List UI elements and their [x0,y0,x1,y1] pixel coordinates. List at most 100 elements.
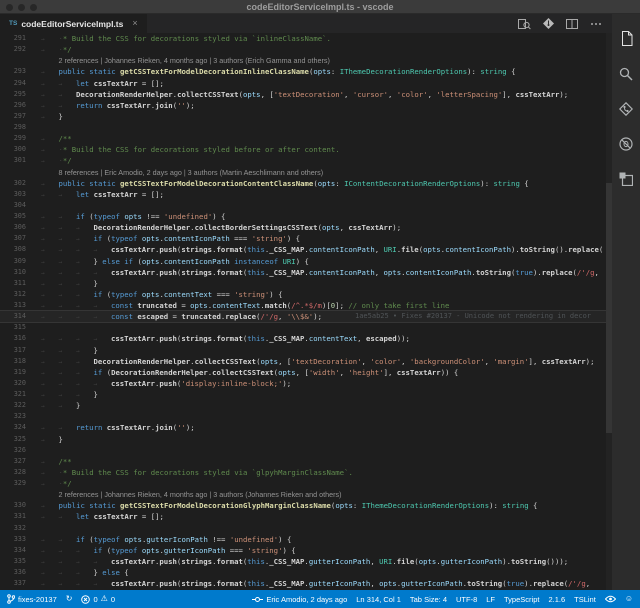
codelens-text[interactable]: 2 references | Johannes Rieken, 4 months… [41,56,330,65]
cursor-position[interactable]: Ln 314, Col 1 [356,595,401,604]
codelens-row[interactable]: 2 references | Johannes Rieken, 4 months… [0,489,612,500]
code-line[interactable]: 304 [0,200,612,211]
eol-indicator[interactable]: LF [486,595,495,604]
line-number: 303 [0,189,26,200]
code-line[interactable]: 322→→} [0,400,612,411]
codelens-row[interactable]: 8 references | Eric Amodio, 2 days ago |… [0,167,612,178]
tab-whitespace-arrow: → [76,379,94,389]
code-line[interactable]: 314→→→→const escaped = truncated.replace… [0,311,612,322]
tab-codeeditorserviceimpl[interactable]: TS codeEditorServiceImpl.ts × [0,14,147,33]
problems-indicator[interactable]: 0 ⚠ 0 [81,595,115,604]
source-control-icon[interactable] [612,91,640,126]
line-number [0,167,26,178]
code-line[interactable]: 317→→→} [0,345,612,356]
tab-whitespace-arrow: → [76,312,94,322]
code-line[interactable]: 296→→return cssTextArr.join(''); [0,100,612,111]
close-tab-icon[interactable]: × [132,19,137,28]
code-line[interactable]: 294→→let cssTextArr = []; [0,78,612,89]
code-line[interactable]: 292→·*/ [0,44,612,55]
code-line[interactable]: 332 [0,523,612,534]
gitlens-icon[interactable] [543,18,554,29]
statusbar-right: Eric Amodio, 2 days ago Ln 314, Col 1 Ta… [252,595,633,604]
tslint-status[interactable]: TSLint [574,595,596,604]
tab-whitespace-arrow: → [41,501,59,511]
code-line[interactable]: 328→·* Build the CSS for decorations sty… [0,467,612,478]
code-line[interactable]: 329→·*/ [0,478,612,489]
tab-whitespace-arrow: → [94,268,112,278]
language-mode[interactable]: TypeScript [504,595,539,604]
typescript-version[interactable]: 2.1.6 [548,595,565,604]
debug-icon[interactable] [612,126,640,161]
code-line[interactable]: 315 [0,322,612,333]
tab-size-indicator[interactable]: Tab Size: 4 [410,595,447,604]
gitlens-blame-status[interactable]: Eric Amodio, 2 days ago [252,595,347,604]
tab-whitespace-arrow: → [76,357,94,367]
minimize-window-button[interactable] [18,4,25,11]
code-line[interactable]: 307→→→if (typeof opts.contentIconPath ==… [0,233,612,244]
code-line[interactable]: 303→→let cssTextArr = []; [0,189,612,200]
code-line[interactable]: 297→} [0,111,612,122]
code-line[interactable]: 308→→→→cssTextArr.push(strings.format(th… [0,244,612,255]
extensions-icon[interactable] [612,161,640,196]
code-line[interactable]: 323 [0,411,612,422]
code-line[interactable]: 311→→→} [0,278,612,289]
code-line[interactable]: 300→·* Build the CSS for decorations sty… [0,144,612,155]
codelens-text[interactable]: 2 references | Johannes Rieken, 4 months… [41,490,342,499]
code-line[interactable]: 301→·*/ [0,155,612,166]
code-line[interactable]: 320→→→→cssTextArr.push('display:inline-b… [0,378,612,389]
open-preview-icon[interactable] [518,18,531,30]
close-window-button[interactable] [6,4,13,11]
codelens-row[interactable]: 2 references | Johannes Rieken, 4 months… [0,55,612,66]
tab-whitespace-arrow: → [41,312,59,322]
code-line[interactable]: 313→→→→const truncated = opts.contentTex… [0,300,612,311]
code-editor[interactable]: 291→·* Build the CSS for decorations sty… [0,33,612,590]
code-line[interactable]: 310→→→→cssTextArr.push(strings.format(th… [0,267,612,278]
code-line[interactable]: 299→/** [0,133,612,144]
zoom-window-button[interactable] [30,4,37,11]
code-line[interactable]: 337→→→→cssTextArr.push(strings.format(th… [0,578,612,589]
code-line[interactable]: 309→→→} else if (opts.contentIconPath in… [0,256,612,267]
more-actions-icon[interactable] [590,22,602,26]
code-line[interactable]: 327→/** [0,456,612,467]
code-line[interactable]: 319→→→if (DecorationRenderHelper.collect… [0,367,612,378]
code-line[interactable]: 291→·* Build the CSS for decorations sty… [0,33,612,44]
code-line[interactable]: 330→public static getCSSTextForModelDeco… [0,500,612,511]
editor-scrollbar[interactable] [606,33,612,590]
search-icon[interactable] [612,56,640,91]
code-line[interactable]: 305→→if (typeof opts !== 'undefined') { [0,211,612,222]
tab-whitespace-arrow: → [41,257,59,267]
code-line[interactable]: 326 [0,445,612,456]
code-line[interactable]: 335→→→→cssTextArr.push(strings.format(th… [0,556,612,567]
tab-whitespace-arrow: → [59,368,77,378]
code-line[interactable]: 312→→→if (typeof opts.contentText === 's… [0,289,612,300]
code-line[interactable]: 331→→let cssTextArr = []; [0,511,612,522]
feedback-smiley-icon[interactable]: ☺ [625,595,633,603]
code-line[interactable]: 318→→→DecorationRenderHelper.collectCSST… [0,356,612,367]
code-area: 291→·* Build the CSS for decorations sty… [0,33,612,589]
code-line[interactable]: 333→→if (typeof opts.gutterIconPath !== … [0,534,612,545]
tab-whitespace-arrow: → [41,134,59,144]
code-line[interactable]: 325→} [0,434,612,445]
scrollbar-thumb[interactable] [606,183,612,433]
tab-whitespace-arrow: → [76,245,94,255]
code-line[interactable]: 295→→DecorationRenderHelper.collectCSSTe… [0,89,612,100]
sync-icon[interactable]: ↻ [66,595,73,603]
tab-whitespace-arrow: → [59,223,77,233]
git-branch-indicator[interactable]: fixes-20137 [7,594,57,604]
tab-whitespace-arrow: → [76,268,94,278]
encoding-indicator[interactable]: UTF-8 [456,595,477,604]
split-editor-icon[interactable] [566,19,578,29]
code-line[interactable]: 324→→return cssTextArr.join(''); [0,422,612,433]
code-line[interactable]: 298 [0,122,612,133]
code-line[interactable]: 293→public static getCSSTextForModelDeco… [0,66,612,77]
code-line[interactable]: 316→→→→cssTextArr.push(strings.format(th… [0,333,612,344]
code-line[interactable]: 321→→→} [0,389,612,400]
code-line[interactable]: 336→→→} else { [0,567,612,578]
codelens-text[interactable]: 8 references | Eric Amodio, 2 days ago |… [41,168,323,177]
files-icon[interactable] [612,21,640,56]
code-line[interactable]: 334→→→if (typeof opts.gutterIconPath ===… [0,545,612,556]
eye-icon[interactable] [605,595,616,603]
tab-whitespace-arrow: → [41,234,59,244]
code-line[interactable]: 306→→→DecorationRenderHelper.collectBord… [0,222,612,233]
code-line[interactable]: 302→public static getCSSTextForModelDeco… [0,178,612,189]
